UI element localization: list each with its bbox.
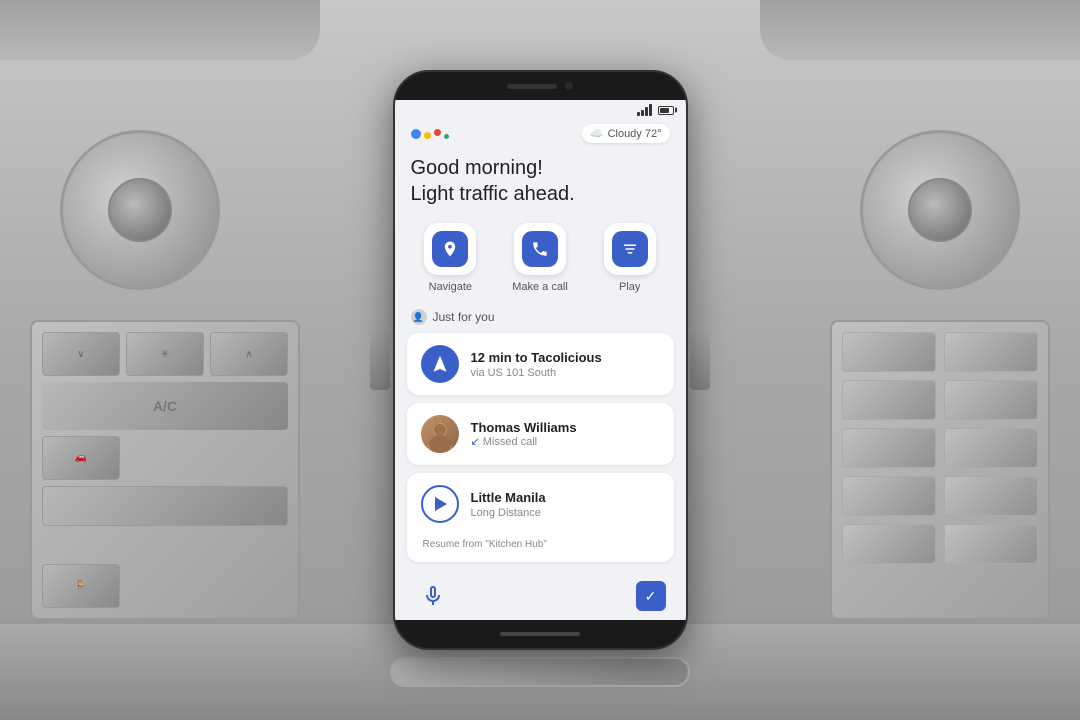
checkmark-button[interactable]: ✓ (636, 581, 666, 611)
contact-card[interactable]: Thomas Williams ↙ Missed call (407, 403, 674, 465)
right-vent-top (760, 0, 1080, 60)
right-btn-1[interactable] (842, 332, 936, 372)
phone-bottom-bar (395, 620, 686, 648)
signal-icon (637, 104, 652, 116)
signal-bar-1 (637, 112, 640, 116)
call-action[interactable]: Make a call (500, 223, 580, 293)
phone-top-bar (395, 72, 686, 100)
car-display (42, 486, 288, 526)
battery-tip (675, 108, 677, 113)
call-icon (522, 231, 558, 267)
navigate-icon (432, 231, 468, 267)
screen-header: ☁️ Cloudy 72° (395, 118, 686, 151)
missed-call-label: Missed call (483, 436, 537, 448)
ac-label: A/C (42, 382, 288, 429)
left-vent-top (0, 0, 320, 60)
dot-green (444, 134, 449, 139)
music-card-top: Little Manila Long Distance (421, 485, 660, 523)
music-card-text: Little Manila Long Distance (471, 490, 660, 519)
nav-card-text: 12 min to Tacolicious via US 101 South (471, 350, 660, 379)
contact-name: Thomas Williams (471, 420, 660, 435)
play-action[interactable]: Play (590, 223, 670, 293)
music-card[interactable]: Little Manila Long Distance Resume from … (407, 473, 674, 562)
status-bar (395, 100, 686, 118)
right-btn-3[interactable] (842, 380, 936, 420)
right-btn-6[interactable] (944, 428, 1038, 468)
dot-blue (411, 129, 421, 139)
mount-bracket-left (370, 330, 390, 390)
car-btn[interactable]: 🚗 (42, 436, 120, 480)
resume-text: Resume from "Kitchen Hub" (421, 539, 547, 550)
right-row-3 (842, 428, 1038, 468)
battery-fill (660, 108, 670, 113)
right-btn-9[interactable] (842, 524, 936, 564)
dot-yellow (424, 132, 431, 139)
google-assistant-icon (411, 129, 449, 139)
bottom-action-bar: ✓ (395, 570, 686, 620)
weather-pill: ☁️ Cloudy 72° (582, 124, 670, 143)
nav-card-title: 12 min to Tacolicious (471, 350, 660, 365)
play-icon-circle (604, 223, 656, 275)
battery-icon (658, 106, 674, 115)
fan-up-btn[interactable]: ∧ (210, 332, 288, 376)
music-title: Little Manila (471, 490, 660, 505)
phone-camera (565, 82, 573, 90)
right-row-2 (842, 380, 1038, 420)
phone-home-bar (500, 632, 580, 636)
nav-card-subtitle: via US 101 South (471, 367, 660, 379)
phone-screen: ☁️ Cloudy 72° Good morning! Light traffi… (395, 100, 686, 620)
dot-red (434, 129, 441, 136)
just-for-you-header: 👤 Just for you (395, 305, 686, 333)
fan-down-btn[interactable]: ∨ (42, 332, 120, 376)
just-for-you-label: Just for you (433, 310, 495, 324)
right-row-1 (842, 332, 1038, 372)
left-vent (60, 130, 220, 290)
contact-card-text: Thomas Williams ↙ Missed call (471, 420, 660, 448)
music-subtitle: Long Distance (471, 507, 660, 519)
section-user-icon: 👤 (411, 309, 427, 325)
seat-btn[interactable]: 🪑 (42, 564, 120, 608)
navigation-card[interactable]: 12 min to Tacolicious via US 101 South (407, 333, 674, 395)
right-vent (860, 130, 1020, 290)
right-btn-7[interactable] (842, 476, 936, 516)
call-icon-circle (514, 223, 566, 275)
right-control-panel (830, 320, 1050, 620)
missed-call-arrow-icon: ↙ (471, 435, 480, 448)
right-btn-10[interactable] (944, 524, 1038, 564)
quick-actions: Navigate Make a call (395, 219, 686, 305)
left-control-panel: ∨ ✳ ∧ A/C 🚗 🪑 (30, 320, 300, 620)
navigate-action[interactable]: Navigate (411, 223, 491, 293)
play-triangle-icon (435, 497, 447, 511)
signal-bar-2 (641, 110, 644, 116)
missed-call-indicator: ↙ Missed call (471, 435, 660, 448)
nav-arrow-icon (421, 345, 459, 383)
mount-bracket-right (690, 330, 710, 390)
greeting-section: Good morning! Light traffic ahead. (395, 151, 686, 219)
right-btn-5[interactable] (842, 428, 936, 468)
mic-button[interactable] (415, 578, 451, 614)
phone-speaker (507, 84, 557, 89)
play-icon (612, 231, 648, 267)
weather-temp: Cloudy 72° (608, 128, 662, 140)
signal-bar-4 (649, 104, 652, 116)
play-label: Play (619, 281, 640, 293)
checkmark-icon: ✓ (645, 588, 657, 605)
signal-bar-3 (645, 107, 648, 116)
weather-icon: ☁️ (590, 127, 604, 140)
right-btn-2[interactable] (944, 332, 1038, 372)
phone-mount: ☁️ Cloudy 72° Good morning! Light traffi… (380, 50, 700, 670)
music-play-icon[interactable] (421, 485, 459, 523)
navigate-icon-circle (424, 223, 476, 275)
phone-device: ☁️ Cloudy 72° Good morning! Light traffi… (393, 70, 688, 650)
right-row-5 (842, 524, 1038, 564)
right-btn-4[interactable] (944, 380, 1038, 420)
right-row-4 (842, 476, 1038, 516)
right-btn-8[interactable] (944, 476, 1038, 516)
contact-avatar (421, 415, 459, 453)
call-label: Make a call (512, 281, 568, 293)
fan-icon-btn[interactable]: ✳ (126, 332, 204, 376)
greeting-line1: Good morning! Light traffic ahead. (411, 155, 670, 207)
navigate-label: Navigate (429, 281, 472, 293)
